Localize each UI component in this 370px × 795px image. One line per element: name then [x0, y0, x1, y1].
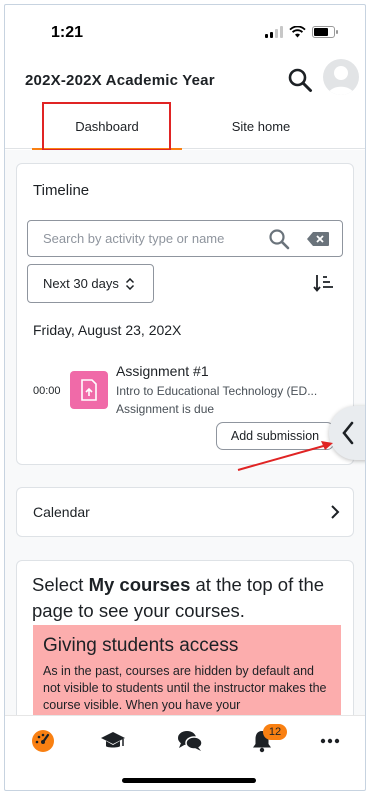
- nav-messages[interactable]: [176, 728, 204, 754]
- event-course: Intro to Educational Technology (ED...: [116, 384, 318, 398]
- dashboard-gauge-icon: [32, 730, 54, 752]
- info-text: Select My courses at the top of the page…: [32, 572, 341, 624]
- chat-bubbles-icon: [178, 731, 203, 751]
- access-text: As in the past, courses are hidden by de…: [43, 664, 327, 712]
- graduation-cap-icon: [101, 732, 125, 748]
- home-indicator: [122, 778, 256, 783]
- timeline-title: Timeline: [33, 182, 90, 199]
- nav-more[interactable]: [316, 728, 344, 754]
- assignment-icon: [70, 371, 108, 409]
- clear-search-icon[interactable]: [307, 232, 329, 246]
- user-silhouette-icon: [328, 66, 354, 95]
- site-title: 202X-202X Academic Year: [25, 72, 215, 89]
- sort-icon[interactable]: [313, 274, 335, 292]
- event-name-link[interactable]: Assignment #1: [116, 363, 209, 379]
- timeline-date-heading: Friday, August 23, 202X: [33, 322, 182, 338]
- timeline-day-filter-dropdown[interactable]: Next 30 days: [27, 264, 154, 303]
- app-frame: 1:21 202X-202X Academic Year Dashboard S…: [4, 4, 366, 791]
- event-status: Assignment is due: [116, 402, 215, 416]
- filter-label: Next 30 days: [43, 276, 119, 291]
- chevron-up-down-icon: [125, 277, 134, 290]
- signal-icon: [265, 26, 283, 38]
- tab-site-home[interactable]: Site home: [186, 103, 336, 149]
- calendar-label: Calendar: [33, 504, 90, 520]
- access-notice: Giving students access As in the past, c…: [33, 625, 341, 715]
- info-text-bold: My courses: [88, 574, 191, 595]
- calendar-block[interactable]: Calendar: [16, 487, 354, 537]
- search-placeholder: Search by activity type or name: [43, 231, 225, 246]
- chevron-left-icon: [342, 421, 354, 445]
- search-icon[interactable]: [287, 67, 313, 93]
- dashboard-content[interactable]: Timeline Search by activity type or name…: [5, 150, 365, 715]
- tab-dashboard-label: Dashboard: [75, 118, 139, 134]
- status-icons: [265, 26, 338, 38]
- user-avatar[interactable]: [323, 59, 359, 95]
- more-dots-icon: [320, 738, 340, 744]
- event-time: 00:00: [33, 385, 61, 397]
- timeline-search-input[interactable]: Search by activity type or name: [27, 220, 343, 257]
- wifi-icon: [289, 26, 306, 38]
- search-icon[interactable]: [268, 228, 290, 250]
- status-time: 1:21: [51, 24, 84, 41]
- main-tabs: Dashboard Site home: [5, 103, 365, 150]
- access-heading: Giving students access: [43, 635, 239, 656]
- nav-dashboard[interactable]: [29, 728, 57, 754]
- battery-icon: [312, 26, 338, 38]
- bottom-navigation: 12: [5, 715, 365, 765]
- chevron-right-icon: [331, 505, 340, 519]
- nav-my-courses[interactable]: [99, 728, 127, 754]
- app-header: 202X-202X Academic Year: [5, 59, 365, 103]
- tab-dashboard[interactable]: Dashboard: [32, 103, 182, 150]
- tab-site-home-label: Site home: [231, 118, 291, 134]
- info-block: Select My courses at the top of the page…: [16, 560, 354, 715]
- status-bar: 1:21: [5, 5, 365, 51]
- timeline-block: Timeline Search by activity type or name…: [16, 163, 354, 465]
- info-text-pre: Select: [32, 574, 89, 595]
- notification-count-badge: 12: [263, 724, 287, 740]
- annotation-arrow: [237, 441, 333, 471]
